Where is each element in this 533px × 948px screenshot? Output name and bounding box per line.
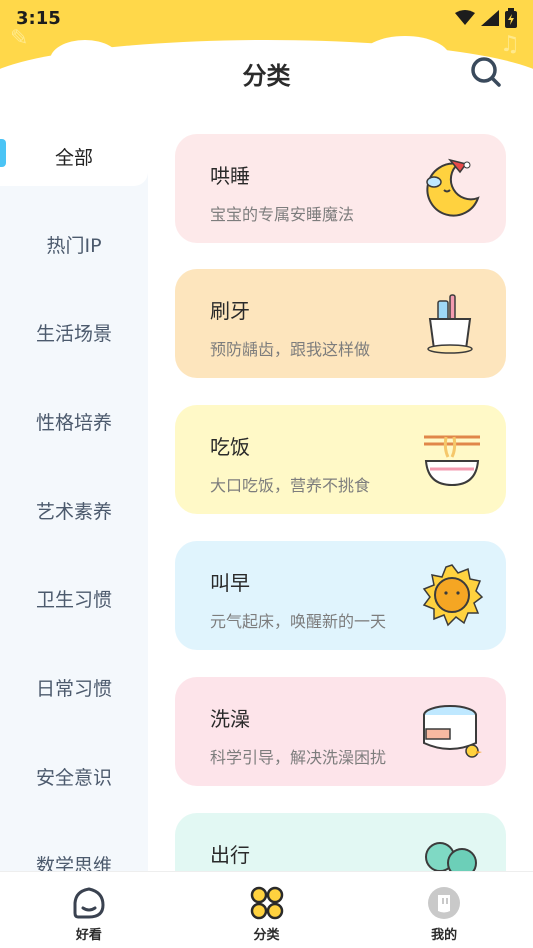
bathtub-duck-icon [423,705,482,758]
search-icon[interactable] [469,55,503,89]
noodle-bowl-icon [424,435,480,487]
bottom-nav: 好看 分类 我的 [0,871,533,948]
sidebar-item-label: 生活场景 [35,322,112,345]
sidebar-item-label: 热门IP [46,234,102,257]
sidebar-item-personality[interactable]: 性格培养 [0,391,148,451]
category-card-eat[interactable]: 吃饭 大口吃饭，营养不挑食 [175,405,506,514]
sidebar-item-life-scenes[interactable]: 生活场景 [0,302,148,362]
sidebar-item-daily-habits[interactable]: 日常习惯 [0,657,148,717]
nav-label: 好看 [75,928,102,943]
sidebar-item-label: 性格培养 [35,411,112,434]
category-card-sleep[interactable]: 哄睡 宝宝的专属安睡魔法 [175,134,506,243]
status-bar: 3:15 [0,0,533,36]
category-card-brush-teeth[interactable]: 刷牙 预防龋齿，跟我这样做 [175,269,506,378]
home-icon [73,887,105,919]
sun-icon [422,564,484,627]
sidebar-item-all[interactable]: 全部 [0,126,148,186]
nav-item-home[interactable]: 好看 [0,872,178,948]
status-time: 3:15 [16,7,61,29]
sidebar-item-label: 数学思维 [35,855,112,871]
nav-label: 分类 [253,928,280,943]
category-grid-icon [250,886,283,920]
sidebar-item-label: 安全意识 [35,766,112,789]
wifi-icon [455,10,475,25]
profile-icon [428,887,461,919]
sidebar-item-safety[interactable]: 安全意识 [0,746,148,806]
nav-label: 我的 [431,928,458,943]
sidebar-item-hot-ip[interactable]: 热门IP [0,214,148,274]
category-card-wake-up[interactable]: 叫早 元气起床，唤醒新的一天 [175,541,506,650]
page-title: 分类 [242,62,291,90]
sidebar-item-label: 日常习惯 [35,677,112,700]
category-card-bath[interactable]: 洗澡 科学引导，解决洗澡困扰 [175,677,506,786]
signal-icon [481,10,499,26]
active-indicator [0,139,6,167]
sidebar-item-label: 艺术素养 [35,500,112,523]
sidebar-item-label: 全部 [54,146,93,169]
sidebar-item-math[interactable]: 数学思维 [0,834,148,871]
toothbrush-cup-icon [427,294,473,354]
status-icons [455,8,517,28]
sidebar-item-label: 卫生习惯 [35,588,112,611]
battery-icon [505,8,517,28]
sidebar-item-hygiene[interactable]: 卫生习惯 [0,568,148,628]
sidebar-item-arts[interactable]: 艺术素养 [0,480,148,540]
sleepy-moon-icon [426,158,480,217]
nav-item-category[interactable]: 分类 [178,872,356,948]
nav-item-profile[interactable]: 我的 [355,872,533,948]
